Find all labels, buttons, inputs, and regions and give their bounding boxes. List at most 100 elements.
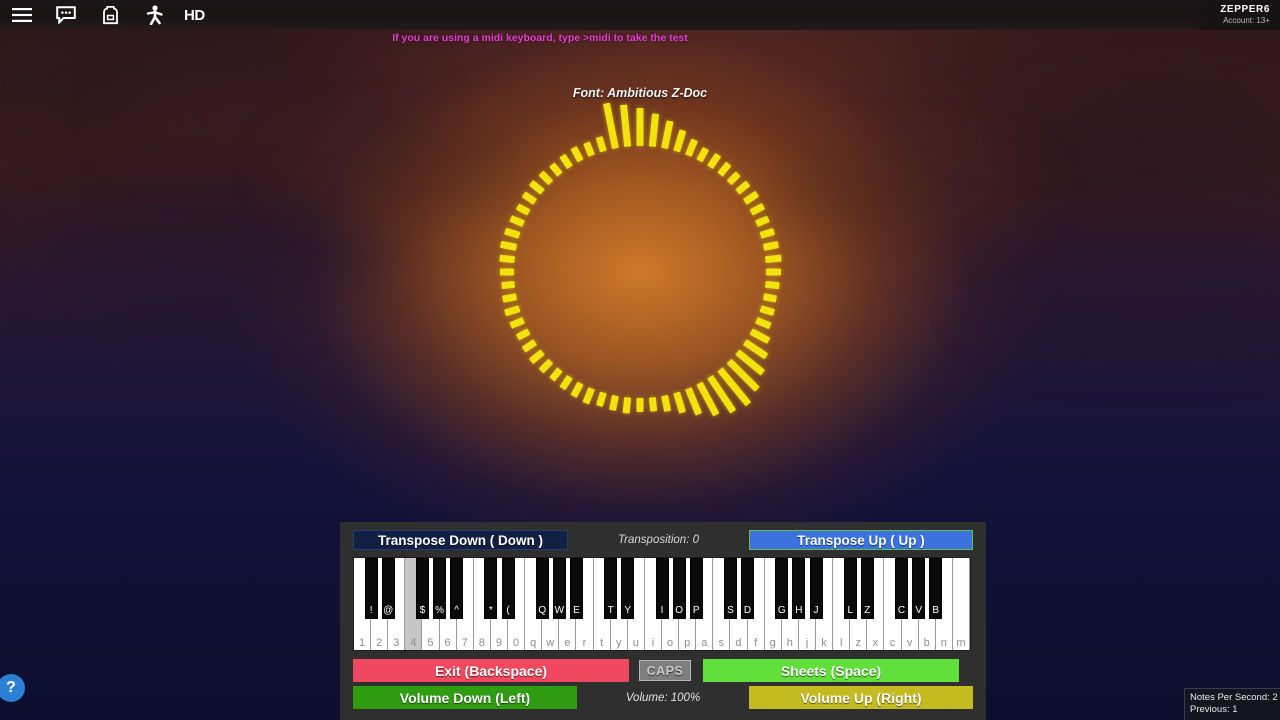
- notes-per-second-panel: Notes Per Second: 2 Previous: 1: [1184, 688, 1280, 720]
- piano-black-key[interactable]: (: [501, 558, 515, 619]
- piano-black-key[interactable]: W: [552, 558, 566, 619]
- visualizer-bar: [661, 394, 672, 412]
- controls-row-bottom: Volume Down (Left) Volume: 100% Volume U…: [353, 686, 973, 709]
- piano-black-key[interactable]: %: [433, 558, 447, 619]
- piano-black-key[interactable]: @: [381, 558, 395, 619]
- piano-key-label: u: [632, 637, 639, 649]
- piano-black-key[interactable]: T: [604, 558, 618, 619]
- cloud: [120, 70, 420, 165]
- player-account-age: Account: 13+: [1223, 16, 1270, 25]
- backpack-icon[interactable]: [88, 0, 132, 30]
- piano-black-key[interactable]: V: [912, 558, 926, 619]
- visualizer-bar: [759, 305, 775, 316]
- piano-key-label: e: [564, 637, 571, 649]
- chat-icon[interactable]: [44, 0, 88, 30]
- piano-black-key[interactable]: Q: [535, 558, 549, 619]
- piano-key-label: Y: [624, 605, 632, 616]
- piano-black-key[interactable]: J: [809, 558, 823, 619]
- piano-black-key[interactable]: $: [415, 558, 429, 619]
- transpose-up-button[interactable]: Transpose Up ( Up ): [749, 530, 973, 550]
- visualizer-bar: [521, 191, 538, 205]
- piano-key-label: S: [727, 605, 734, 616]
- player-info[interactable]: ZEPPER6 Account: 13+: [1186, 0, 1280, 30]
- piano-black-key[interactable]: S: [723, 558, 737, 619]
- game-viewport: HD ZEPPER6 Account: 13+ If you are using…: [0, 0, 1280, 720]
- player-username: ZEPPER6: [1220, 4, 1270, 15]
- piano-black-key[interactable]: I: [655, 558, 669, 619]
- piano-black-key[interactable]: O: [672, 558, 686, 619]
- visualizer-bar: [509, 215, 525, 228]
- piano-black-key[interactable]: *: [484, 558, 498, 619]
- roblox-topbar: HD ZEPPER6 Account: 13+: [0, 0, 1280, 30]
- visualizer-bar: [661, 120, 674, 150]
- piano-black-key[interactable]: B: [929, 558, 943, 619]
- visualizer-bar: [596, 391, 607, 407]
- piano-panel: Transpose Down ( Down ) Transposition: 0…: [340, 522, 986, 720]
- cloud: [40, 200, 380, 310]
- piano-black-key[interactable]: D: [741, 558, 755, 619]
- midi-hint-text: If you are using a midi keyboard, type >…: [392, 32, 688, 44]
- piano-key-label: p: [684, 637, 691, 649]
- piano-black-key[interactable]: L: [843, 558, 857, 619]
- piano-black-key[interactable]: E: [569, 558, 583, 619]
- visualizer-bar: [622, 397, 632, 414]
- visualizer-bar: [504, 305, 521, 317]
- visualizer-bar: [583, 141, 596, 157]
- visualizer-bar: [636, 108, 644, 146]
- visualizer-bar: [684, 138, 698, 157]
- visualizer-bar: [500, 240, 518, 251]
- hamburger-menu-icon[interactable]: [0, 0, 44, 30]
- piano-key-label: m: [956, 637, 966, 649]
- piano-key-label: y: [615, 637, 622, 649]
- visualizer-bar: [755, 215, 770, 228]
- transposition-value: Transposition: 0: [618, 534, 699, 546]
- piano-black-key[interactable]: H: [792, 558, 806, 619]
- visualizer-bar: [559, 153, 573, 170]
- piano-black-key[interactable]: ^: [450, 558, 464, 619]
- piano-key-label: 1: [358, 637, 366, 649]
- transpose-down-button[interactable]: Transpose Down ( Down ): [353, 530, 568, 550]
- sheets-button[interactable]: Sheets (Space): [703, 659, 959, 682]
- visualizer-bar: [762, 241, 779, 251]
- visualizer-bar: [759, 228, 775, 239]
- visualizer-bar: [500, 268, 514, 276]
- piano-black-key[interactable]: Z: [860, 558, 874, 619]
- piano-key-label: G: [777, 605, 786, 616]
- piano-key-label: 7: [461, 637, 468, 649]
- volume-down-button[interactable]: Volume Down (Left): [353, 686, 577, 709]
- piano-black-key[interactable]: !: [364, 558, 378, 619]
- piano-keyboard[interactable]: 1 2 3 4 5 6 7 8 9 0 q w e r t y u i o p a s d f g h j k l z x c v b n m! @ $%…: [353, 557, 971, 651]
- quality-indicator[interactable]: HD: [176, 7, 213, 24]
- piano-black-key[interactable]: G: [775, 558, 789, 619]
- visualizer-bar: [528, 179, 545, 195]
- piano-white-key[interactable]: m: [952, 558, 970, 650]
- piano-key-label: 9: [495, 637, 502, 649]
- visualizer-bar: [765, 280, 780, 290]
- piano-key-label: l: [839, 637, 843, 649]
- piano-key-label: w: [546, 637, 555, 649]
- visualizer-bar: [742, 190, 760, 205]
- visualizer-bar: [538, 170, 554, 186]
- piano-key-label: C: [897, 605, 906, 616]
- visualizer-bar: [509, 316, 525, 329]
- visualizer-bar: [499, 254, 515, 264]
- visualizer-bar: [648, 397, 658, 412]
- piano-black-key[interactable]: Y: [621, 558, 635, 619]
- caps-button[interactable]: CAPS: [639, 660, 691, 681]
- visualizer-bar: [717, 161, 732, 177]
- piano-black-key[interactable]: C: [895, 558, 909, 619]
- piano-key-label: ^: [454, 605, 459, 616]
- visualizer-bar: [766, 268, 781, 276]
- visualizer-bar: [749, 202, 766, 216]
- piano-key-label: g: [769, 637, 776, 649]
- piano-key-label: 2: [376, 637, 383, 649]
- piano-key-label: x: [872, 637, 879, 649]
- visualizer-bar: [501, 280, 515, 290]
- visualizer-bar: [636, 398, 644, 412]
- volume-up-button[interactable]: Volume Up (Right): [749, 686, 973, 709]
- visualizer-bar: [696, 146, 710, 163]
- visualizer-bar: [515, 328, 531, 341]
- emotes-icon[interactable]: [132, 0, 176, 30]
- exit-button[interactable]: Exit (Backspace): [353, 659, 629, 682]
- piano-black-key[interactable]: P: [689, 558, 703, 619]
